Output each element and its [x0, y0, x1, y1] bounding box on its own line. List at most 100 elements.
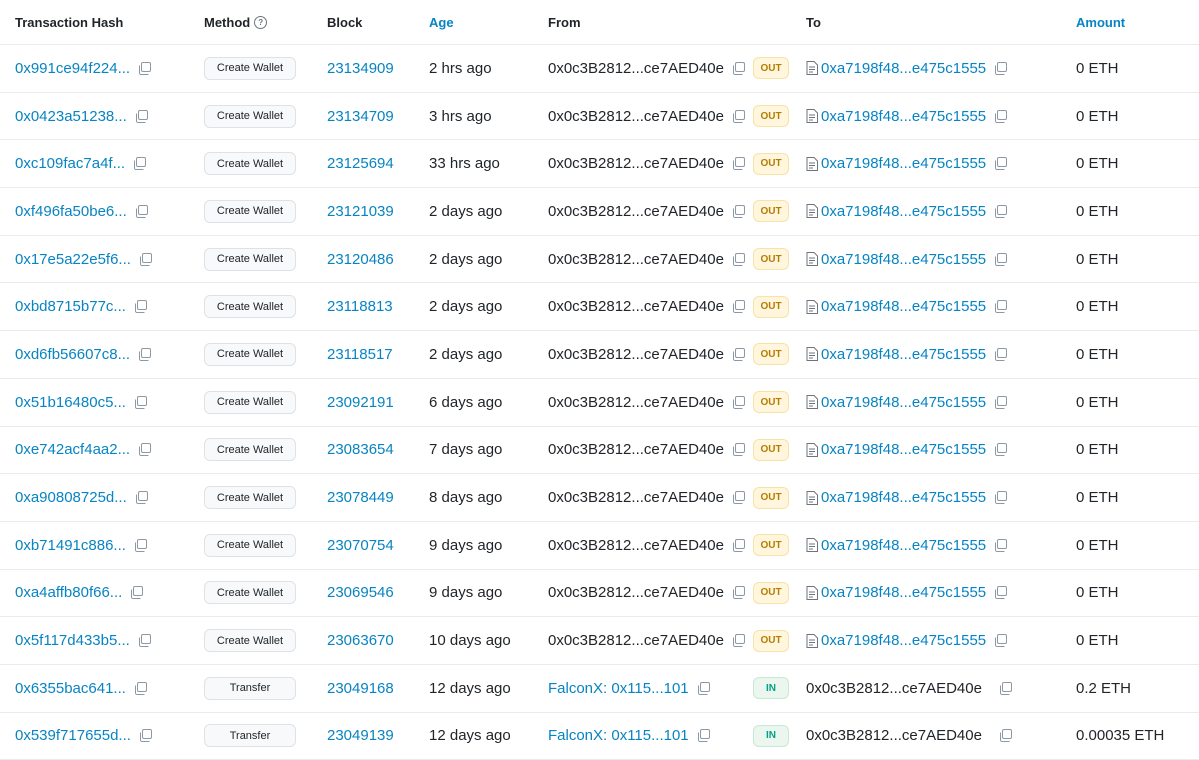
copy-icon[interactable] [732, 538, 745, 552]
table-row: 0xbd8715b77c... Create Wallet 23118813 2 da… [0, 283, 1199, 332]
to-address[interactable]: 0xa7198f48...e475c1555 [821, 537, 986, 554]
transaction-hash-link[interactable]: 0xe742acf4aa2... [15, 441, 130, 458]
copy-icon[interactable] [134, 395, 147, 409]
block-link[interactable]: 23070754 [327, 537, 394, 554]
copy-icon[interactable] [732, 300, 745, 314]
copy-icon[interactable] [134, 681, 147, 695]
to-address[interactable]: 0xa7198f48...e475c1555 [821, 489, 986, 506]
copy-icon[interactable] [138, 61, 152, 75]
direction-badge: OUT [753, 200, 789, 223]
copy-icon[interactable] [994, 109, 1008, 123]
transaction-hash-link[interactable]: 0xb71491c886... [15, 537, 126, 554]
copy-icon[interactable] [139, 252, 152, 266]
transaction-hash-link[interactable]: 0x5f117d433b5... [15, 632, 130, 649]
copy-icon[interactable] [732, 252, 745, 266]
block-link[interactable]: 23063670 [327, 632, 394, 649]
transaction-hash-link[interactable]: 0x51b16480c5... [15, 394, 126, 411]
to-address[interactable]: 0xa7198f48...e475c1555 [821, 251, 986, 268]
copy-icon[interactable] [999, 729, 1012, 743]
copy-icon[interactable] [138, 443, 152, 457]
header-method: Method ? [204, 0, 314, 44]
block-link[interactable]: 23083654 [327, 441, 394, 458]
copy-icon[interactable] [139, 729, 152, 743]
copy-icon[interactable] [994, 586, 1008, 600]
block-link[interactable]: 23049139 [327, 727, 394, 744]
transaction-hash-link[interactable]: 0x0423a51238... [15, 108, 127, 125]
copy-icon[interactable] [130, 586, 144, 600]
block-link[interactable]: 23134909 [327, 60, 394, 77]
to-address[interactable]: 0xa7198f48...e475c1555 [821, 298, 986, 315]
block-link[interactable]: 23078449 [327, 489, 394, 506]
info-icon[interactable]: ? [254, 15, 268, 29]
block-link[interactable]: 23125694 [327, 155, 394, 172]
block-link[interactable]: 23121039 [327, 203, 394, 220]
block-link[interactable]: 23118517 [327, 346, 393, 363]
copy-icon[interactable] [732, 347, 745, 361]
method-badge: Create Wallet [204, 438, 296, 462]
copy-icon[interactable] [994, 443, 1008, 457]
to-address[interactable]: 0xa7198f48...e475c1555 [821, 584, 986, 601]
from-cell: 0x0c3B2812...ce7AED40e [548, 331, 748, 378]
copy-icon[interactable] [732, 586, 745, 600]
to-address[interactable]: 0xa7198f48...e475c1555 [821, 155, 986, 172]
transaction-hash-link[interactable]: 0xa90808725d... [15, 489, 127, 506]
copy-icon[interactable] [732, 443, 745, 457]
to-address[interactable]: 0xa7198f48...e475c1555 [821, 441, 986, 458]
direction-cell: OUT [753, 45, 789, 92]
transaction-hash-link[interactable]: 0xa4affb80f66... [15, 584, 122, 601]
to-address[interactable]: 0xa7198f48...e475c1555 [821, 108, 986, 125]
transaction-hash-link[interactable]: 0xd6fb56607c8... [15, 346, 130, 363]
copy-icon[interactable] [135, 109, 148, 123]
block-link[interactable]: 23092191 [327, 394, 394, 411]
copy-icon[interactable] [994, 634, 1008, 648]
to-address[interactable]: 0xa7198f48...e475c1555 [821, 60, 986, 77]
block-link[interactable]: 23134709 [327, 108, 394, 125]
copy-icon[interactable] [732, 157, 745, 171]
copy-icon[interactable] [994, 491, 1008, 505]
copy-icon[interactable] [732, 395, 745, 409]
copy-icon[interactable] [135, 204, 148, 218]
copy-icon[interactable] [994, 300, 1008, 314]
header-amount-toggle[interactable]: Amount [1076, 0, 1196, 44]
copy-icon[interactable] [994, 252, 1008, 266]
copy-icon[interactable] [133, 157, 147, 171]
transaction-hash-link[interactable]: 0xbd8715b77c... [15, 298, 126, 315]
copy-icon[interactable] [994, 347, 1008, 361]
copy-icon[interactable] [134, 538, 147, 552]
copy-icon[interactable] [732, 204, 745, 218]
copy-icon[interactable] [994, 157, 1008, 171]
transaction-hash-link[interactable]: 0x17e5a22e5f6... [15, 251, 131, 268]
transaction-hash-link[interactable]: 0x991ce94f224... [15, 60, 130, 77]
block-link[interactable]: 23120486 [327, 251, 394, 268]
copy-icon[interactable] [697, 681, 710, 695]
from-address[interactable]: FalconX: 0x115...101 [548, 680, 689, 697]
copy-icon[interactable] [135, 491, 148, 505]
transaction-hash-link[interactable]: 0xc109fac7a4f... [15, 155, 125, 172]
copy-icon[interactable] [732, 109, 745, 123]
copy-icon[interactable] [994, 395, 1008, 409]
copy-icon[interactable] [994, 204, 1008, 218]
to-address[interactable]: 0xa7198f48...e475c1555 [821, 203, 986, 220]
transaction-hash-link[interactable]: 0xf496fa50be6... [15, 203, 127, 220]
to-address[interactable]: 0xa7198f48...e475c1555 [821, 394, 986, 411]
to-address[interactable]: 0xa7198f48...e475c1555 [821, 346, 986, 363]
copy-icon[interactable] [732, 491, 745, 505]
from-address[interactable]: FalconX: 0x115...101 [548, 727, 689, 744]
copy-icon[interactable] [732, 634, 745, 648]
to-address[interactable]: 0xa7198f48...e475c1555 [821, 632, 986, 649]
transaction-hash-link[interactable]: 0x6355bac641... [15, 680, 126, 697]
block-link[interactable]: 23049168 [327, 680, 394, 697]
copy-icon[interactable] [138, 634, 151, 648]
block-link[interactable]: 23069546 [327, 584, 394, 601]
copy-icon[interactable] [697, 729, 710, 743]
copy-icon[interactable] [994, 538, 1008, 552]
block-link[interactable]: 23118813 [327, 298, 393, 315]
copy-icon[interactable] [732, 61, 745, 75]
copy-icon[interactable] [994, 61, 1008, 75]
transaction-hash-link[interactable]: 0x539f717655d... [15, 727, 131, 744]
copy-icon[interactable] [138, 347, 152, 361]
method-cell: Create Wallet [204, 331, 314, 378]
header-age-toggle[interactable]: Age [429, 0, 539, 44]
copy-icon[interactable] [134, 300, 147, 314]
copy-icon[interactable] [999, 681, 1012, 695]
